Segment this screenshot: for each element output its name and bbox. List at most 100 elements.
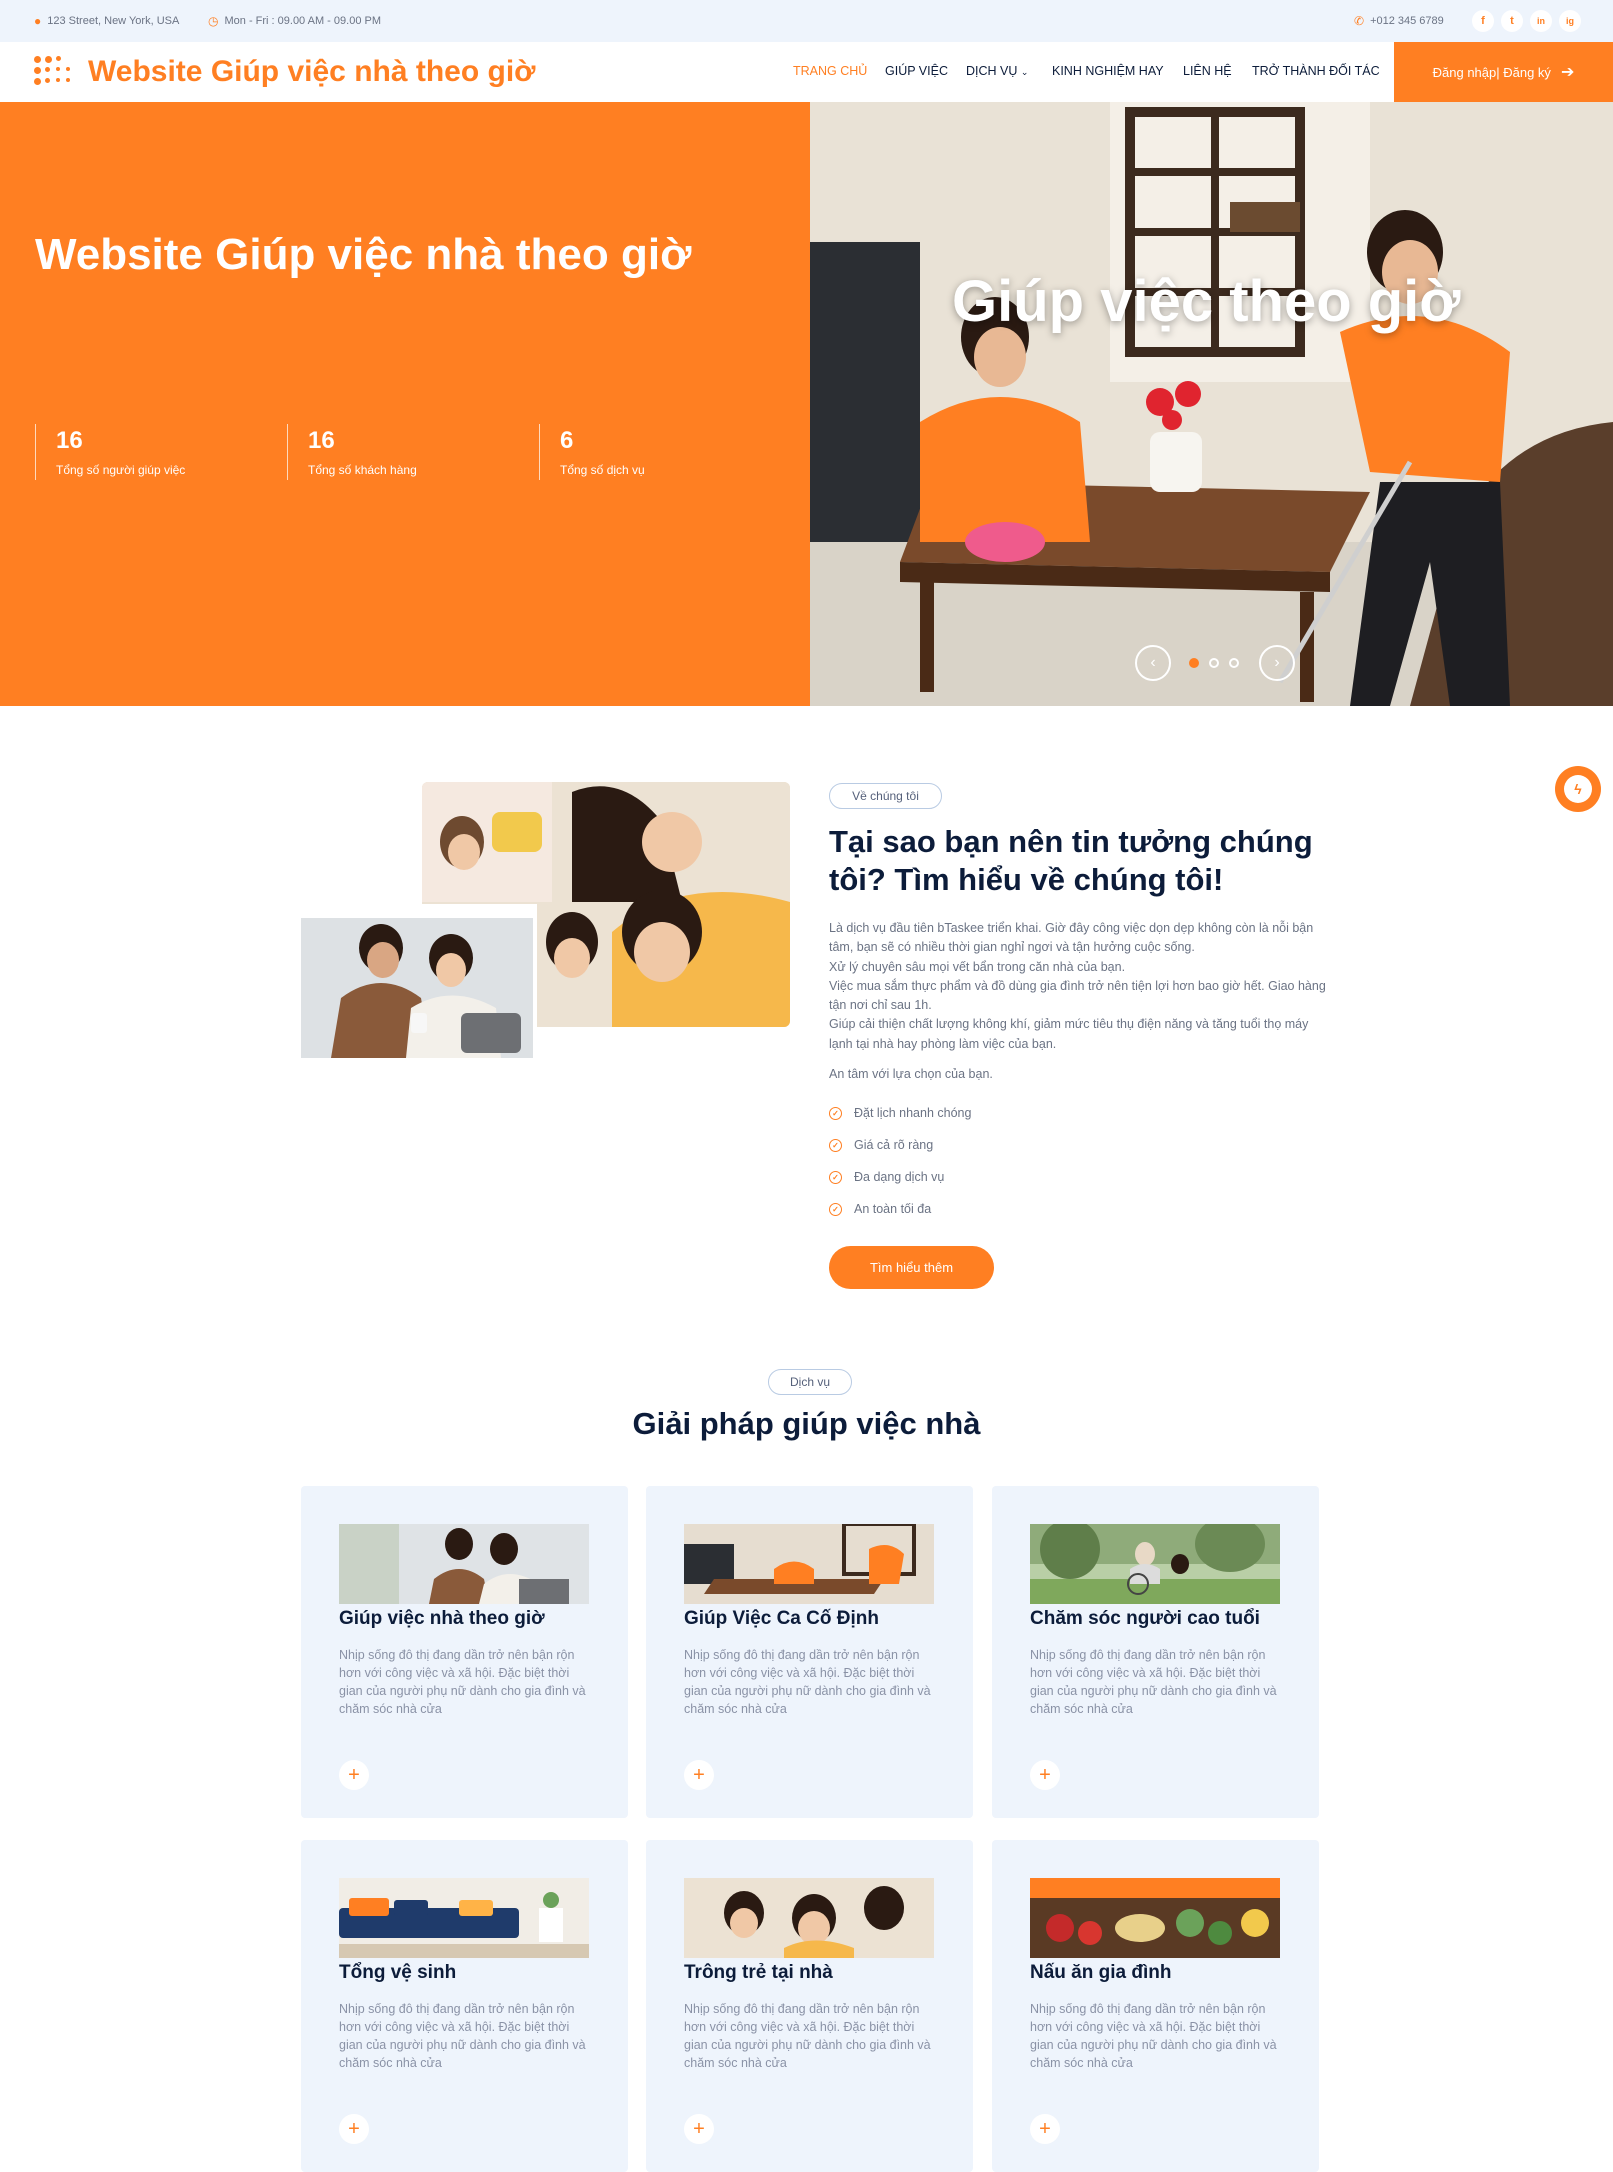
stat-label: Tổng số dịch vụ — [560, 463, 645, 477]
plus-icon[interactable]: + — [1030, 1760, 1060, 1790]
service-desc: Nhịp sống đô thị đang dần trở nên bận rộ… — [339, 2002, 586, 2070]
service-title[interactable]: Tổng vệ sinh — [339, 1962, 456, 1984]
menu-lien-he[interactable]: LIÊN HỆ — [1183, 64, 1232, 78]
service-image-cooking — [1030, 1878, 1280, 1958]
phone-text: +012 345 6789 — [1370, 15, 1444, 27]
about-tag: Về chúng tôi — [829, 783, 942, 809]
login-label: Đăng nhập| Đăng ký — [1432, 64, 1551, 80]
stat-services: 6 Tổng số dịch vụ — [539, 424, 645, 480]
service-desc: Nhịp sống đô thị đang dần trở nên bận rộ… — [684, 1648, 931, 1716]
messenger-chat-button[interactable]: ϟ — [1555, 766, 1601, 812]
twitter-icon[interactable]: t — [1501, 10, 1523, 32]
services-title: Giải pháp giúp việc nhà — [632, 1406, 981, 1441]
plus-icon[interactable]: + — [339, 1760, 369, 1790]
plus-icon[interactable]: + — [684, 1760, 714, 1790]
stat-number: 16 — [308, 427, 335, 454]
chevron-left-icon: ‹ — [1150, 654, 1156, 671]
hero-title: Website Giúp việc nhà theo giờ — [35, 230, 692, 279]
about-desc-line: Giúp cải thiện chất lượng không khí, giả… — [829, 1017, 1309, 1051]
couple-photo-illustration — [301, 918, 533, 1058]
slider-dot-1[interactable] — [1189, 658, 1199, 668]
menu-kinh-nghiem[interactable]: KINH NGHIỆM HAY — [1052, 64, 1164, 78]
brand-title[interactable]: Website Giúp việc nhà theo giờ — [88, 55, 536, 89]
clock-icon: ◷ — [208, 14, 219, 28]
check-item: ✓ Giá cả rõ ràng — [829, 1138, 933, 1152]
hero-slider-image — [810, 102, 1613, 706]
plus-icon[interactable]: + — [684, 2114, 714, 2144]
check-item: ✓ An toàn tối đa — [829, 1202, 931, 1216]
menu-home[interactable]: TRANG CHỦ — [793, 64, 867, 78]
menu-dich-vu[interactable]: DỊCH VỤ ⌄ — [966, 64, 1028, 78]
hours-item: ◷ Mon - Fri : 09.00 AM - 09.00 PM — [208, 14, 381, 28]
service-card[interactable]: Nấu ăn gia đình Nhịp sống đô thị đang dầ… — [992, 1840, 1319, 2172]
service-title[interactable]: Chăm sóc người cao tuổi — [1030, 1608, 1260, 1630]
learn-more-button[interactable]: Tìm hiểu thêm — [829, 1246, 994, 1289]
menu-dich-vu-label: DỊCH VỤ — [966, 64, 1018, 78]
service-title[interactable]: Giúp Việc Ca Cố Định — [684, 1608, 879, 1630]
messenger-icon: ϟ — [1564, 775, 1592, 803]
service-image-deep-clean — [339, 1878, 589, 1958]
chevron-down-icon: ⌄ — [1020, 67, 1029, 77]
slider-dot-2[interactable] — [1209, 658, 1219, 668]
about-reassure-text: An tâm với lựa chọn của bạn. — [829, 1067, 993, 1081]
about-desc-line: Xử lý chuyên sâu mọi vết bẩn trong căn n… — [829, 959, 1126, 974]
service-image-fixed-shift — [684, 1524, 934, 1604]
hero-panel — [0, 102, 810, 706]
address-text: 123 Street, New York, USA — [47, 15, 180, 27]
check-label: Giá cả rõ ràng — [854, 1138, 934, 1152]
menu-doi-tac[interactable]: TRỞ THÀNH ĐỐI TÁC — [1252, 64, 1380, 78]
check-circle-icon: ✓ — [829, 1106, 842, 1120]
top-bar: ● 123 Street, New York, USA ◷ Mon - Fri : … — [0, 0, 1613, 42]
service-card[interactable]: Giúp việc nhà theo giờ Nhịp sống đô thị … — [301, 1486, 628, 1818]
stat-label: Tổng số khách hàng — [308, 463, 417, 477]
check-label: An toàn tối đa — [854, 1202, 932, 1216]
service-card[interactable]: Tổng vệ sinh Nhịp sống đô thị đang dần t… — [301, 1840, 628, 2172]
service-title[interactable]: Nấu ăn gia đình — [1030, 1962, 1171, 1984]
hero-slide-caption: Giúp việc theo giờ — [952, 269, 1461, 334]
service-card[interactable]: Chăm sóc người cao tuổi Nhịp sống đô thị… — [992, 1486, 1319, 1818]
facebook-icon[interactable]: f — [1472, 10, 1494, 32]
arrow-right-icon: ➔ — [1560, 64, 1575, 81]
plus-icon[interactable]: + — [339, 2114, 369, 2144]
service-desc: Nhịp sống đô thị đang dần trở nên bận rộ… — [1030, 2002, 1277, 2070]
check-circle-icon: ✓ — [829, 1138, 842, 1152]
logo-dots-icon[interactable] — [34, 56, 76, 86]
menu-giup-viec[interactable]: GIÚP VIỆC — [885, 64, 948, 78]
about-description: Là dịch vụ đầu tiên bTaskee triển khai. … — [829, 919, 1329, 1054]
stat-helpers: 16 Tổng số người giúp việc — [35, 424, 185, 480]
services-tag: Dịch vụ — [768, 1369, 852, 1395]
phone-item[interactable]: ✆ +012 345 6789 — [1354, 14, 1444, 28]
stat-label: Tổng số người giúp việc — [56, 463, 186, 477]
login-register-button[interactable]: Đăng nhập| Đăng ký ➔ — [1394, 42, 1613, 102]
phone-icon: ✆ — [1354, 14, 1365, 28]
stat-customers: 16 Tổng số khách hàng — [287, 424, 417, 480]
service-card[interactable]: Giúp Việc Ca Cố Định Nhịp sống đô thị đa… — [646, 1486, 973, 1818]
about-image-couple-frame — [301, 904, 537, 1058]
slider-prev-button[interactable]: ‹ — [1135, 645, 1171, 681]
cleaning-scene-illustration — [810, 102, 1613, 706]
check-item: ✓ Đa dạng dịch vụ — [829, 1170, 944, 1184]
instagram-icon[interactable]: ig — [1559, 10, 1581, 32]
plus-icon[interactable]: + — [1030, 2114, 1060, 2144]
service-image-elderly — [1030, 1524, 1280, 1604]
main-navbar: Website Giúp việc nhà theo giờ TRANG CHỦ… — [0, 42, 1613, 102]
about-title: Tại sao bạn nên tin tưởng chúng tôi? Tìm… — [829, 824, 1313, 897]
service-desc: Nhịp sống đô thị đang dần trở nên bận rộ… — [1030, 1648, 1277, 1716]
slider-dot-3[interactable] — [1229, 658, 1239, 668]
check-circle-icon: ✓ — [829, 1170, 842, 1184]
service-desc: Nhịp sống đô thị đang dần trở nên bận rộ… — [339, 1648, 586, 1716]
check-label: Đa dạng dịch vụ — [854, 1170, 945, 1184]
location-pin-icon: ● — [34, 14, 42, 28]
service-title[interactable]: Giúp việc nhà theo giờ — [339, 1608, 545, 1630]
about-desc-line: Là dịch vụ đầu tiên bTaskee triển khai. … — [829, 921, 1314, 955]
check-item: ✓ Đặt lịch nhanh chóng — [829, 1106, 971, 1120]
address-item: ● 123 Street, New York, USA — [34, 14, 179, 28]
stat-number: 16 — [56, 427, 83, 454]
service-desc: Nhịp sống đô thị đang dần trở nên bận rộ… — [684, 2002, 931, 2070]
slider-next-button[interactable]: › — [1259, 645, 1295, 681]
linkedin-icon[interactable]: in — [1530, 10, 1552, 32]
service-image-hourly — [339, 1524, 589, 1604]
about-image-couple — [301, 918, 533, 1058]
service-card[interactable]: Trông trẻ tại nhà Nhịp sống đô thị đang … — [646, 1840, 973, 2172]
service-title[interactable]: Trông trẻ tại nhà — [684, 1962, 833, 1984]
